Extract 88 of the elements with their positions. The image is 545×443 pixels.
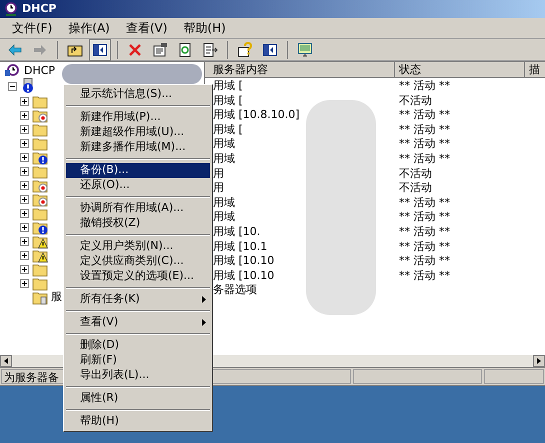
expand-toggle[interactable] (20, 208, 29, 218)
expand-toggle[interactable] (20, 222, 29, 232)
expand-toggle[interactable] (20, 124, 29, 134)
context-menu-item[interactable]: 备份(B)... (66, 163, 210, 178)
table-cell-text: ** 活动 ** (398, 107, 450, 124)
table-cell-text: 不活动 (398, 92, 432, 109)
menu-bar-item[interactable]: 帮助(H) (175, 19, 234, 37)
table-cell-text: 不活动 (398, 166, 432, 182)
menu-bar-item[interactable]: 查看(V) (118, 19, 176, 37)
table-cell-text: ** 活动 ** (398, 122, 450, 138)
table-cell-text: 用域 (212, 136, 236, 152)
context-menu-item[interactable]: 新建超级作用域(U)... (66, 125, 210, 140)
scroll-left-icon[interactable] (0, 355, 12, 367)
context-menu-item[interactable]: 帮助(H) (66, 414, 210, 429)
table-cell-text: ** 活动 ** (398, 151, 450, 168)
expand-toggle[interactable] (20, 264, 29, 274)
tree-item[interactable]: DHCP (24, 62, 56, 80)
context-menu-item[interactable]: 删除(D) (66, 338, 210, 353)
expand-toggle[interactable] (20, 236, 29, 246)
table-cell-text: 不活动 (398, 180, 432, 196)
expand-toggle[interactable] (20, 278, 29, 288)
server-alert-icon (20, 78, 36, 94)
table-cell-text: 用域 [10.8.10.0] (212, 107, 301, 124)
table-cell-text: ** 活动 ** (398, 194, 450, 211)
expand-toggle[interactable] (20, 110, 29, 120)
context-menu-item[interactable]: 定义供应商类别(C)... (66, 254, 210, 269)
table-cell-text: ** 活动 ** (398, 268, 450, 284)
back-arrow-icon[interactable] (7, 42, 23, 58)
expand-toggle[interactable] (20, 96, 29, 106)
table-cell-text: 用域 [ (212, 78, 244, 94)
column-header[interactable]: 描 (525, 62, 540, 77)
table-cell-text: 务器选项 (212, 282, 258, 298)
expand-toggle[interactable] (20, 152, 29, 162)
table-cell-text: ** 活动 ** (398, 224, 450, 240)
context-menu-item[interactable]: 定义用户类别(N)... (66, 239, 210, 254)
dhcp-root-icon (4, 64, 20, 78)
window-title: DHCP (22, 0, 56, 17)
pane-toggle-icon[interactable] (92, 42, 108, 58)
table-cell-text: 用 (212, 166, 225, 182)
context-menu-item[interactable]: 新建多播作用域(M)... (66, 140, 210, 155)
table-cell-text: ** 活动 ** (398, 238, 450, 255)
refresh-icon[interactable] (177, 42, 193, 58)
table-cell-text: ** 活动 ** (398, 253, 450, 270)
context-menu-item[interactable]: 导出列表(L)... (66, 368, 210, 383)
delete-icon[interactable] (127, 42, 143, 58)
table-cell-text: 用域 (212, 151, 236, 168)
expand-toggle[interactable] (20, 180, 29, 190)
help-icon[interactable] (237, 42, 253, 58)
context-menu-item[interactable]: 协调所有作用域(A)... (66, 201, 210, 216)
column-header[interactable]: 服务器内容 (205, 62, 395, 77)
table-cell-text: 用域 [ (212, 92, 244, 109)
table-cell-text: 用域 [10.10 (212, 268, 276, 284)
monitor-icon[interactable] (297, 42, 313, 58)
table-cell-text: 用域 [10.10 (212, 253, 276, 270)
table-cell-text: ** 活动 ** (398, 78, 450, 94)
table-cell-text: ** 活动 ** (398, 209, 450, 226)
column-header[interactable]: 状态 (395, 62, 525, 77)
collapse-toggle[interactable] (8, 82, 17, 90)
table-cell-text: ** 活动 ** (398, 136, 450, 152)
expand-toggle[interactable] (20, 166, 29, 176)
context-menu-item[interactable]: 所有任务(K) (66, 292, 210, 307)
context-menu-item[interactable]: 还原(O)... (66, 178, 210, 193)
tree-item[interactable]: 服 (51, 288, 62, 306)
table-cell-text: 用域 [10.1 (212, 238, 268, 255)
export-list-icon[interactable] (202, 42, 218, 58)
context-menu-item[interactable]: 设置预定义的选项(E)... (66, 269, 210, 284)
context-menu-item[interactable]: 撤销授权(Z) (66, 216, 210, 231)
context-menu-item[interactable]: 新建作用域(P)... (66, 110, 210, 125)
table-cell-text: 用 (212, 180, 225, 196)
context-menu-item[interactable]: 显示统计信息(S)... (66, 87, 210, 102)
menu-bar-item[interactable]: 操作(A) (60, 19, 118, 37)
dhcp-app-icon (4, 2, 18, 16)
expand-toggle[interactable] (20, 194, 29, 204)
table-cell-text: 用域 [10. (212, 224, 262, 240)
table-cell-text: 用域 (212, 209, 236, 226)
scroll-right-icon[interactable] (533, 355, 545, 367)
submenu-arrow-icon (202, 319, 206, 326)
properties-icon[interactable] (152, 42, 168, 58)
expand-toggle[interactable] (20, 250, 29, 260)
submenu-arrow-icon (202, 296, 206, 303)
table-cell-text: 用域 [ (212, 122, 244, 138)
expand-toggle[interactable] (20, 138, 29, 148)
context-menu-item[interactable]: 查看(V) (66, 315, 210, 330)
context-menu-item[interactable]: 属性(R) (66, 391, 210, 406)
pane-toggle-icon[interactable] (262, 42, 278, 58)
menu-bar-item[interactable]: 文件(F) (4, 19, 60, 37)
status-bar-pane (484, 369, 544, 384)
table-cell-text: 用域 (212, 194, 236, 211)
